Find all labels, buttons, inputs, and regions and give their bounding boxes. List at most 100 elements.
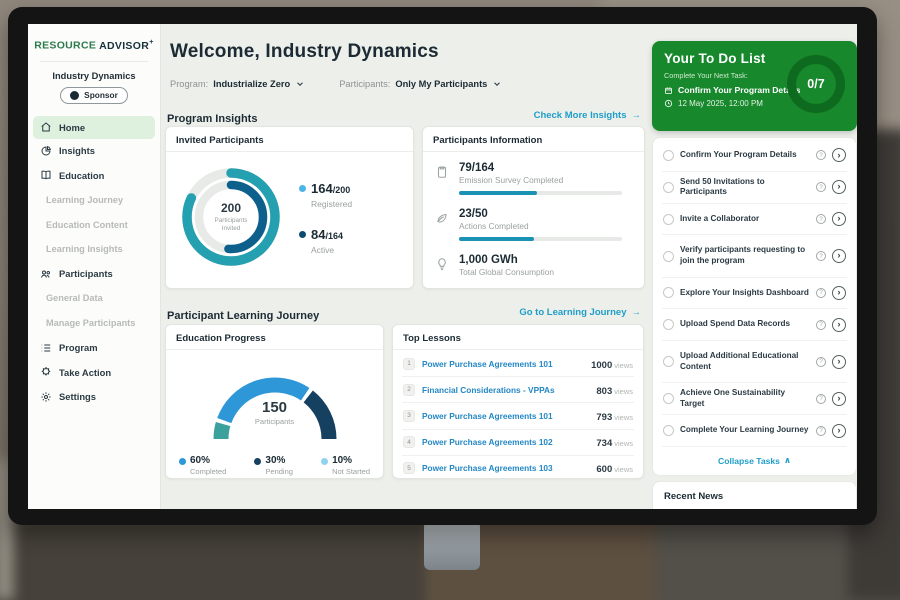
- task-chevron-button[interactable]: ›: [832, 148, 846, 162]
- help-icon[interactable]: ?: [816, 288, 826, 298]
- views-count: 600: [596, 464, 612, 475]
- todo-progress-value: 0/7: [807, 77, 824, 91]
- task-chevron-button[interactable]: ›: [832, 212, 846, 226]
- legend-completed: 60% Completed: [179, 455, 226, 476]
- todo-task-row[interactable]: Send 50 Invitations to Participants?›: [662, 172, 847, 204]
- donut-center-value: 200: [221, 201, 241, 215]
- task-checkbox[interactable]: [663, 425, 674, 436]
- help-icon[interactable]: ?: [816, 214, 826, 224]
- clock-icon: [664, 99, 673, 108]
- lesson-link[interactable]: Power Purchase Agreements 101: [422, 411, 589, 421]
- link-label: Go to Learning Journey: [519, 307, 626, 318]
- task-chevron-button[interactable]: ›: [832, 286, 846, 300]
- lesson-views: 793views: [596, 407, 633, 425]
- app-logo: RESOURCEADVISOR+: [28, 37, 160, 52]
- task-checkbox[interactable]: [663, 393, 674, 404]
- todo-task-row[interactable]: Complete Your Learning Journey?›: [662, 415, 847, 447]
- lesson-rank: 4: [403, 436, 415, 448]
- legend-value: 164: [311, 181, 333, 196]
- leaf-icon: [435, 211, 449, 225]
- sidebar-item-label: Settings: [59, 391, 96, 402]
- sidebar-item-take-action[interactable]: Take Action: [28, 360, 160, 385]
- task-chevron-button[interactable]: ›: [832, 424, 846, 438]
- todo-next-task-label: Confirm Your Program Details: [678, 85, 800, 95]
- stat-label: Actions Completed: [459, 221, 632, 231]
- lesson-link[interactable]: Power Purchase Agreements 102: [422, 437, 589, 447]
- task-checkbox[interactable]: [663, 150, 674, 161]
- todo-task-row[interactable]: Invite a Collaborator?›: [662, 204, 847, 236]
- gauge-center-value: 150: [200, 399, 350, 416]
- program-filter[interactable]: Program: Industrialize Zero: [170, 79, 305, 89]
- sidebar-item-program[interactable]: Program: [28, 335, 160, 360]
- sidebar-item-education[interactable]: Education: [28, 163, 160, 188]
- go-to-learning-journey-link[interactable]: Go to Learning Journey →: [519, 307, 641, 318]
- todo-task-row[interactable]: Verify participants requesting to join t…: [662, 235, 847, 277]
- lesson-link[interactable]: Financial Considerations - VPPAs: [422, 385, 589, 395]
- sponsor-badge[interactable]: Sponsor: [60, 87, 128, 104]
- recent-news-panel: Recent News: [652, 481, 857, 509]
- task-label: Upload Spend Data Records: [680, 319, 810, 330]
- legend-active: 84/164 Active: [299, 226, 352, 255]
- task-chevron-button[interactable]: ›: [832, 318, 846, 332]
- task-chevron-button[interactable]: ›: [832, 249, 846, 263]
- filter-label: Participants:: [339, 79, 390, 89]
- help-icon[interactable]: ?: [816, 150, 826, 160]
- help-icon[interactable]: ?: [816, 426, 826, 436]
- todo-summary-card: Your To Do List Complete Your Next Task:…: [652, 41, 857, 131]
- views-suffix: views: [614, 387, 633, 396]
- dot-icon: [179, 458, 186, 465]
- help-icon[interactable]: ?: [816, 182, 826, 192]
- check-more-insights-link[interactable]: Check More Insights →: [534, 110, 641, 121]
- learning-journey-header: Participant Learning Journey Go to Learn…: [167, 306, 641, 320]
- filter-value: Industrialize Zero: [213, 79, 290, 89]
- todo-task-row[interactable]: Upload Additional Educational Content?›: [662, 341, 847, 383]
- sidebar-item-learning-insights[interactable]: Learning Insights: [28, 237, 160, 262]
- legend-pct: 60%: [190, 455, 226, 466]
- help-icon[interactable]: ?: [816, 357, 826, 367]
- legend-label: Pending: [265, 467, 293, 476]
- task-checkbox[interactable]: [663, 182, 674, 193]
- dashboard-screen: RESOURCEADVISOR+ Industry Dynamics Spons…: [28, 24, 857, 509]
- lesson-link[interactable]: Power Purchase Agreements 103: [422, 463, 589, 473]
- participants-filter[interactable]: Participants: Only My Participants: [339, 79, 502, 89]
- collapse-tasks-link[interactable]: Collapse Tasks ∧: [662, 447, 847, 473]
- card-title: Top Lessons: [393, 325, 643, 350]
- lesson-views: 1000views: [591, 355, 633, 373]
- sidebar-item-manage-participants[interactable]: Manage Participants: [28, 311, 160, 336]
- help-icon[interactable]: ?: [816, 251, 826, 261]
- dot-icon: [254, 458, 261, 465]
- monitor-bezel: RESOURCEADVISOR+ Industry Dynamics Spons…: [8, 7, 877, 525]
- legend-not-started: 10% Not Started: [321, 455, 370, 476]
- sidebar-item-insights[interactable]: Insights: [28, 139, 160, 164]
- task-checkbox[interactable]: [663, 214, 674, 225]
- task-checkbox[interactable]: [663, 319, 674, 330]
- task-checkbox[interactable]: [663, 287, 674, 298]
- help-icon[interactable]: ?: [816, 394, 826, 404]
- sidebar-item-education-content[interactable]: Education Content: [28, 212, 160, 237]
- sidebar-item-home[interactable]: Home: [33, 116, 155, 139]
- help-icon[interactable]: ?: [816, 320, 826, 330]
- todo-task-row[interactable]: Achieve One Sustainability Target?›: [662, 383, 847, 415]
- task-chevron-button[interactable]: ›: [832, 180, 846, 194]
- todo-task-row[interactable]: Upload Spend Data Records? ›: [662, 309, 847, 341]
- sidebar-item-settings[interactable]: Settings: [28, 384, 160, 409]
- task-checkbox[interactable]: [663, 251, 674, 262]
- todo-task-row[interactable]: Explore Your Insights Dashboard?›: [662, 278, 847, 310]
- donut-center: 200 Participants Invited: [172, 158, 290, 276]
- sponsor-label: Sponsor: [84, 90, 118, 100]
- sidebar-item-participants[interactable]: Participants: [28, 261, 160, 286]
- views-count: 803: [596, 386, 612, 397]
- sidebar-item-general-data[interactable]: General Data: [28, 286, 160, 311]
- settings-icon: [40, 391, 52, 403]
- sidebar-item-learning-journey[interactable]: Learning Journey: [28, 188, 160, 213]
- task-chevron-button[interactable]: ›: [832, 355, 846, 369]
- todo-task-row[interactable]: Confirm Your Program Details?›: [662, 140, 847, 172]
- task-chevron-button[interactable]: ›: [832, 392, 846, 406]
- chevron-up-icon: ∧: [784, 455, 791, 466]
- stat-emission-survey: 79/164 Emission Survey Completed: [435, 162, 632, 195]
- lesson-link[interactable]: Power Purchase Agreements 101: [422, 359, 584, 369]
- sidebar-item-label: Learning Journey: [46, 195, 123, 205]
- insights-icon: [40, 145, 52, 157]
- dot-icon: [299, 231, 306, 238]
- task-checkbox[interactable]: [663, 356, 674, 367]
